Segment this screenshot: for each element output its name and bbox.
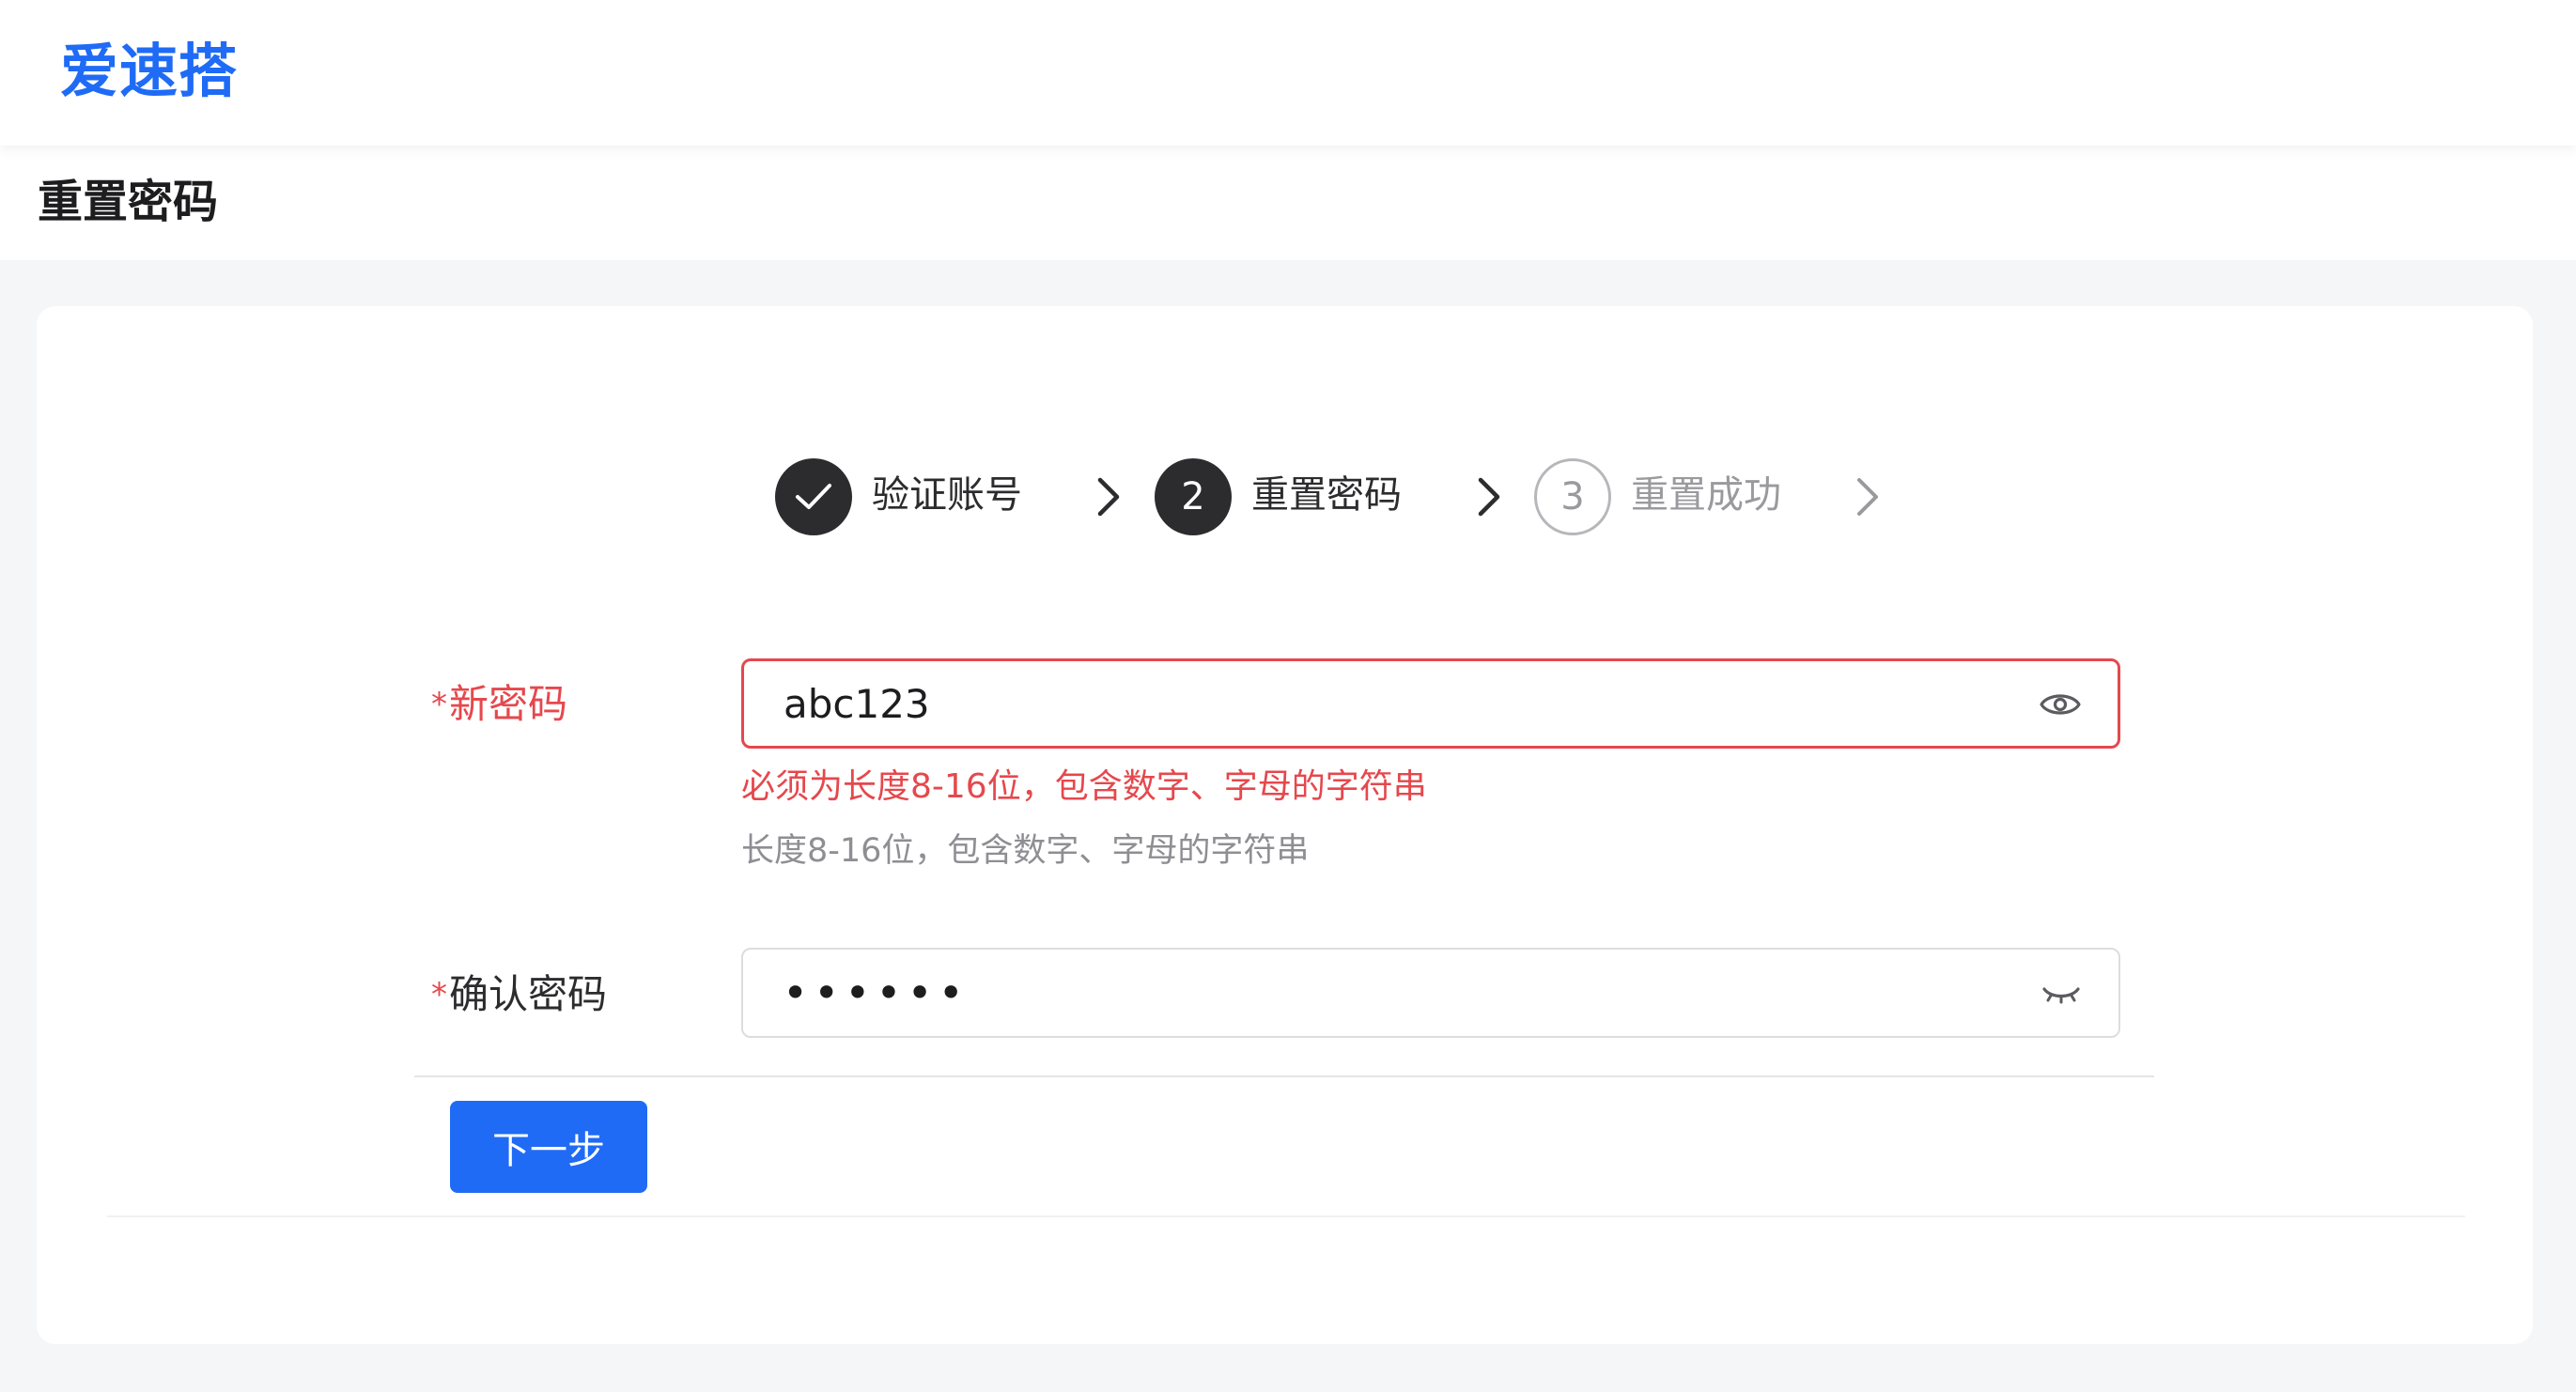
- confirm-password-field[interactable]: [741, 948, 2120, 1038]
- steps-progress: 验证账号 2 重置密码 3 重置成功: [37, 456, 2533, 540]
- step-3-label: 重置成功: [1631, 473, 1781, 517]
- form-divider: [414, 1075, 2154, 1077]
- eye-icon[interactable]: [2039, 686, 2082, 723]
- card-bottom-divider: [107, 1215, 2465, 1217]
- reset-password-card: 验证账号 2 重置密码 3 重置成功 *新密码 必须为长度8-16位，包含数字、…: [37, 306, 2533, 1344]
- step-3-circle: 3: [1534, 458, 1611, 535]
- eye-closed-icon[interactable]: [2040, 974, 2083, 1012]
- confirm-password-input[interactable]: [783, 950, 2004, 1036]
- new-password-label: *新密码: [431, 678, 567, 731]
- required-mark: *: [431, 976, 447, 1013]
- step-2-circle: 2: [1155, 458, 1232, 535]
- new-password-input[interactable]: [784, 661, 2005, 746]
- page-title: 重置密码: [38, 176, 219, 228]
- confirm-password-label-text: 确认密码: [449, 971, 608, 1017]
- step-2-label: 重置密码: [1251, 473, 1402, 517]
- top-navbar: 爱速搭: [0, 0, 2576, 146]
- chevron-right-icon: [1097, 477, 1120, 517]
- step-1-circle: [775, 458, 852, 535]
- app-logo[interactable]: 爱速搭: [60, 36, 238, 107]
- required-mark: *: [431, 686, 447, 723]
- new-password-field[interactable]: [741, 658, 2120, 749]
- chevron-right-icon: [1857, 478, 1878, 516]
- step-1-label: 验证账号: [872, 473, 1022, 517]
- confirm-password-label: *确认密码: [431, 968, 607, 1021]
- next-step-button[interactable]: 下一步: [450, 1101, 647, 1193]
- chevron-right-icon: [1478, 477, 1500, 517]
- new-password-error: 必须为长度8-16位，包含数字、字母的字符串: [741, 767, 1427, 806]
- new-password-hint: 长度8-16位，包含数字、字母的字符串: [741, 832, 1310, 870]
- check-icon: [796, 484, 831, 509]
- new-password-label-text: 新密码: [449, 681, 568, 727]
- page-header: 重置密码: [0, 146, 2576, 260]
